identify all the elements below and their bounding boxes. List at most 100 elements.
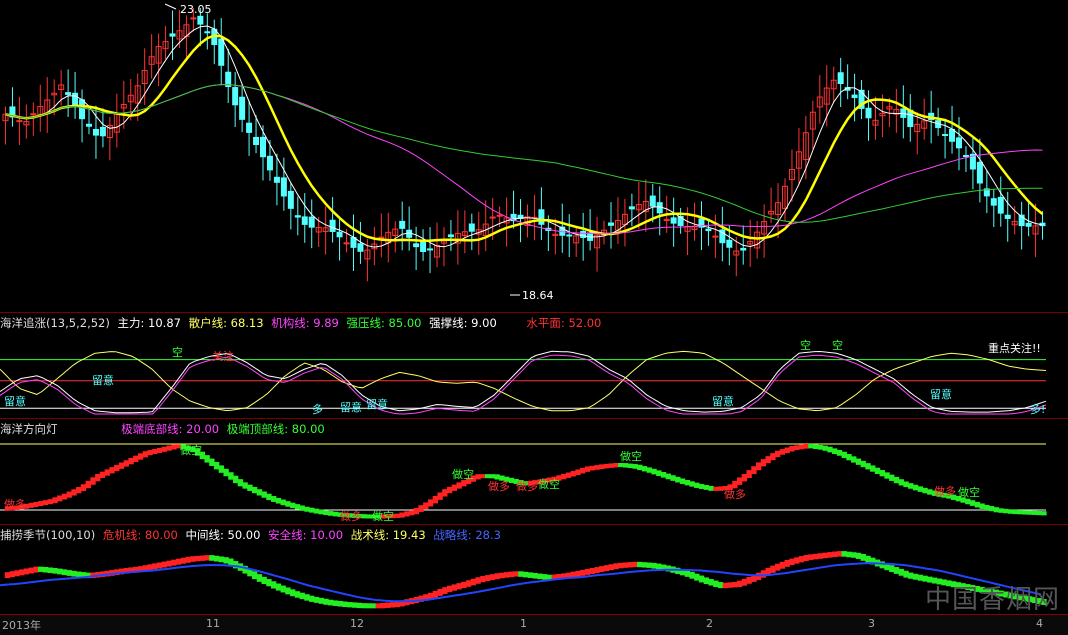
direction-bar [922, 487, 928, 494]
direction-bar [118, 462, 125, 469]
season-bar [475, 577, 481, 584]
season-bar [171, 559, 177, 566]
shuiping-value: 水平面: 52.00 [526, 316, 602, 330]
season-bar [394, 601, 400, 608]
bulao-jijie-header: 捕捞季节(100,10) 危机线: 80.00 中间线: 50.00 安全线: … [0, 527, 505, 543]
indicator-name[interactable]: 捕捞季节(100,10) [0, 528, 95, 542]
direction-bar [133, 455, 139, 462]
season-bar [532, 572, 538, 579]
direction-bar [204, 455, 210, 463]
direction-bar [218, 465, 225, 473]
direction-bar [637, 464, 643, 471]
candle-body [329, 219, 336, 232]
direction-bar [741, 473, 748, 482]
direction-bar [251, 486, 258, 494]
direction-bar [418, 505, 424, 512]
direction-bar [213, 461, 220, 470]
price-panel [2, 8, 1046, 282]
direction-bar [865, 463, 871, 470]
direction-bar [827, 446, 833, 453]
annotation-label: 留意 [340, 400, 362, 414]
season-bar [760, 570, 767, 578]
season-bar [370, 603, 377, 609]
candle-body [538, 209, 545, 225]
season-bar [347, 602, 353, 608]
candle-body [273, 176, 280, 183]
axis-label: 11 [206, 617, 220, 630]
season-bar [213, 555, 220, 562]
candle-body [239, 96, 246, 120]
direction-bar [95, 473, 101, 482]
candle-body [997, 196, 1004, 214]
direction-bar [622, 463, 629, 468]
direction-bar [969, 500, 976, 506]
direction-bar [137, 453, 144, 460]
direction-bar [42, 500, 49, 506]
season-bar [4, 572, 11, 579]
price-high-label: 23.05 [180, 3, 212, 16]
indicator-name[interactable]: 海洋追涨(13,5,2,52) [0, 316, 110, 330]
annotation-label: 做空 [958, 485, 980, 499]
direction-bar [784, 447, 790, 454]
direction-bar [394, 513, 400, 518]
season-bar [608, 564, 614, 571]
candle-body [336, 231, 343, 238]
direction-bar [703, 484, 710, 490]
season-bar [71, 570, 77, 577]
season-bar [389, 602, 396, 608]
season-bar [275, 583, 282, 591]
season-bar [280, 585, 286, 593]
direction-bar [1017, 510, 1023, 515]
axis-label: 3 [868, 617, 875, 630]
direction-bar [665, 473, 671, 480]
annotation-label: 留意 [92, 373, 114, 387]
direction-bar [717, 486, 724, 491]
season-bar [851, 552, 857, 558]
zhuli-value: 主力: 10.87 [117, 316, 181, 330]
direction-bar [770, 453, 776, 461]
candle-body [30, 113, 37, 116]
direction-bar [57, 495, 63, 502]
season-bar [166, 560, 172, 567]
zhanlue-value: 战略线: 28.3 [433, 528, 501, 542]
direction-bar [128, 457, 134, 465]
candle-body [566, 234, 573, 237]
direction-bar [408, 510, 415, 516]
indicator-name[interactable]: 海洋方向灯 [0, 422, 58, 436]
haiyang-zhuizhang-header: 海洋追涨(13,5,2,52) 主力: 10.87 散户线: 68.13 机构线… [0, 315, 605, 331]
season-bar [261, 576, 267, 585]
season-bar [299, 592, 305, 600]
season-bar [774, 563, 781, 571]
candle-body [92, 128, 99, 136]
candle-body [204, 31, 211, 34]
qiangya-value: 强压线: 85.00 [346, 316, 422, 330]
direction-bar [898, 479, 904, 486]
direction-bar [779, 449, 786, 455]
candle-body [308, 216, 315, 228]
qiangcheng-value: 强撑线: 9.00 [429, 316, 497, 330]
season-bar [523, 571, 529, 578]
direction-bar [993, 507, 1000, 513]
direction-bar [713, 486, 719, 491]
axis-label: 12 [350, 617, 364, 630]
season-bar [156, 562, 163, 569]
direction-bar [584, 466, 591, 472]
direction-bar [746, 470, 752, 478]
season-bar [385, 602, 391, 608]
candle-body [496, 214, 503, 217]
direction-bar [561, 473, 567, 480]
season-bar [594, 567, 600, 574]
season-bar [827, 552, 833, 558]
season-bar [832, 551, 838, 558]
candle-body [294, 215, 301, 218]
candle-body [1004, 214, 1011, 219]
candle-body [649, 195, 656, 207]
season-bar [746, 576, 752, 584]
direction-bar [803, 443, 809, 449]
candle-body [447, 234, 454, 238]
direction-bar [755, 462, 762, 471]
candle-body [976, 161, 983, 184]
time-axis: 2013年 11 12 1 2 3 4 [0, 614, 1068, 635]
candle-body [378, 236, 385, 239]
direction-bar [979, 503, 985, 509]
